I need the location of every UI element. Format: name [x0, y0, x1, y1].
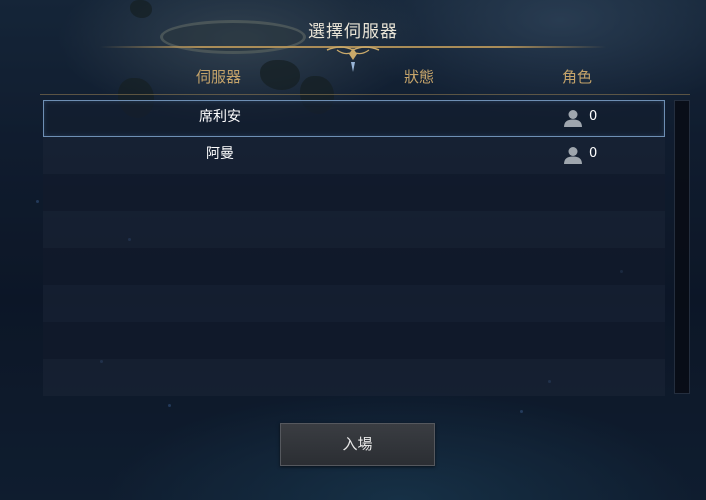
column-header-server: 伺服器 [196, 68, 242, 86]
empty-row [43, 248, 665, 285]
column-header-status: 狀態 [404, 68, 435, 86]
header-divider [40, 94, 690, 95]
character-count: 0 [589, 146, 598, 161]
title-ornament-icon [326, 46, 380, 72]
user-icon [564, 110, 582, 127]
server-name: 阿曼 [206, 146, 234, 162]
server-name: 席利安 [199, 109, 241, 125]
enter-button[interactable]: 入場 [280, 423, 435, 466]
server-row[interactable]: 阿曼 0 [43, 137, 665, 174]
server-row[interactable]: 席利安 0 [43, 100, 665, 137]
empty-row [43, 211, 665, 248]
server-list-scrollbar[interactable] [674, 100, 690, 394]
empty-row [43, 359, 665, 396]
empty-row [43, 285, 665, 322]
column-header-characters: 角色 [562, 68, 593, 86]
server-list: 席利安 0 阿曼 0 [43, 100, 665, 396]
server-select-dialog: 選擇伺服器 伺服器 狀態 角色 席利安 0 阿曼 0 入場 [0, 0, 706, 500]
user-icon [564, 147, 582, 164]
empty-row [43, 174, 665, 211]
empty-row [43, 322, 665, 359]
character-count: 0 [589, 109, 598, 124]
